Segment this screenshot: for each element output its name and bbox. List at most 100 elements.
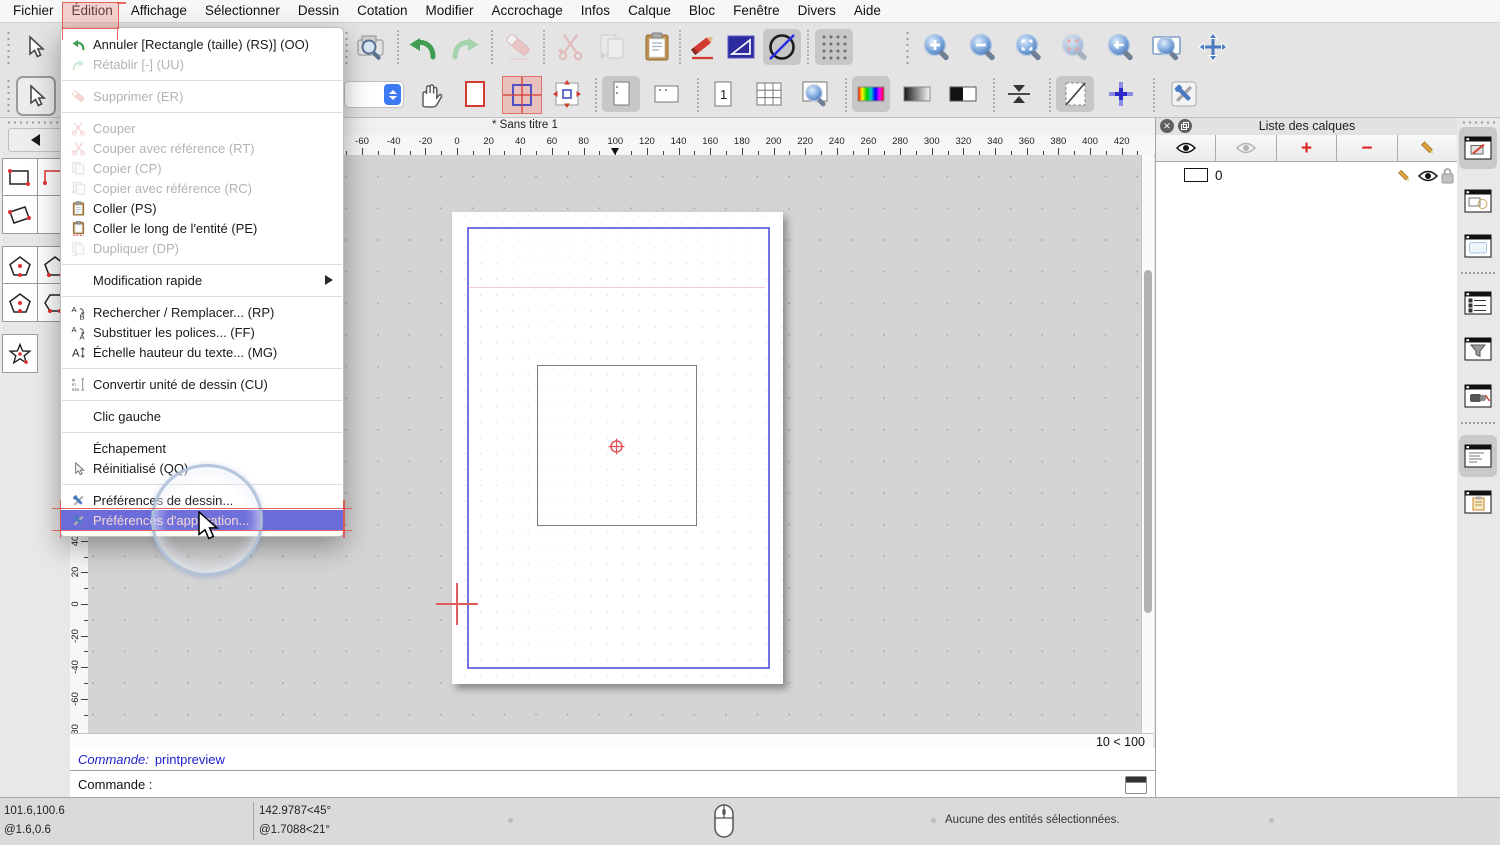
toolbar-drag-handle[interactable] [905, 30, 910, 64]
menubar-item-calque[interactable]: Calque [619, 0, 680, 22]
layer-visibility-eye-icon[interactable] [1418, 169, 1438, 183]
stepper-icon[interactable] [384, 84, 401, 105]
polygon-center-side-tool[interactable] [2, 283, 38, 322]
selection-pointer-icon[interactable] [16, 29, 54, 65]
menu-item-echapement[interactable]: Échapement [61, 438, 343, 458]
menubar-item-dessin[interactable]: Dessin [289, 0, 348, 22]
block-list-dock-icon[interactable] [1459, 180, 1497, 222]
menu-item-retablir-uu[interactable]: Rétablir [-] (UU) [61, 54, 343, 74]
layer-list-dock-icon[interactable] [1459, 127, 1497, 169]
page-border-button[interactable] [456, 76, 494, 112]
zoom-in-button[interactable] [918, 29, 956, 65]
snap-grid-button[interactable] [815, 29, 853, 65]
menu-item-supprimer-er[interactable]: Supprimer (ER) [61, 86, 343, 106]
menubar-item-accrochage[interactable]: Accrochage [482, 0, 571, 22]
menu-item-convertir-unite-de-dessin-cu[interactable]: in m mm Convertir unité de dessin (CU) [61, 374, 343, 394]
menubar-item-affichage[interactable]: Affichage [122, 0, 196, 22]
layer-color-swatch[interactable] [1184, 168, 1208, 182]
menu-item-echelle-hauteur-du-texte-mg[interactable]: A Échelle hauteur du texte... (MG) [61, 342, 343, 362]
grayscale-button[interactable] [898, 76, 936, 112]
measure-button[interactable] [722, 29, 760, 65]
menu-item-coller-ps[interactable]: Coller (PS) [61, 198, 343, 218]
document-tab-title[interactable]: * Sans titre 1 [492, 119, 558, 131]
copy-button[interactable] [594, 29, 632, 65]
menu-item-couper[interactable]: Couper [61, 118, 343, 138]
menubar-item-aide[interactable]: Aide [845, 0, 890, 22]
menu-item-clic-gauche[interactable]: Clic gauche [61, 406, 343, 426]
rotated-rectangle-tool[interactable] [2, 195, 38, 234]
multi-page-button[interactable] [750, 76, 788, 112]
vertical-scrollbar[interactable] [1141, 155, 1154, 733]
menu-item-couper-avec-reference-rt[interactable]: Couper avec référence (RT) [61, 138, 343, 158]
toolbar-drag-handle[interactable] [6, 78, 11, 112]
selection-filter-dock-icon[interactable] [1459, 328, 1497, 370]
print-preview-toggle-button[interactable] [502, 76, 542, 114]
menubar-item-selectionner[interactable]: Sélectionner [196, 0, 289, 22]
paste-button[interactable] [638, 29, 676, 65]
zoom-pan-button[interactable] [1194, 29, 1232, 65]
hide-all-layers-button[interactable] [1216, 135, 1277, 162]
command-window-toggle-button[interactable] [1125, 776, 1147, 794]
full-color-button[interactable] [852, 76, 890, 112]
layer-lock-icon[interactable] [1441, 167, 1454, 184]
menubar-item-fichier[interactable]: Fichier [4, 0, 63, 22]
add-layer-button[interactable]: + [1276, 135, 1338, 162]
redo-button[interactable] [446, 29, 484, 65]
selection-tool-button[interactable] [16, 76, 56, 116]
collapse-button[interactable] [1000, 76, 1038, 112]
library-browser-dock-icon[interactable] [1459, 225, 1497, 267]
portrait-page-button[interactable] [602, 76, 640, 112]
property-list-dock-icon[interactable] [1459, 282, 1497, 324]
menu-item-annuler-rectangle-taille-rs-oo[interactable]: Annuler [Rectangle (taille) (RS)] (OO) [61, 34, 343, 54]
palette-drag-handle[interactable] [6, 120, 62, 125]
menubar-item-infos[interactable]: Infos [572, 0, 619, 22]
menu-item-coller-le-long-de-lentite-pe[interactable]: Coller le long de l'entité (PE) [61, 218, 343, 238]
zoom-previous-button[interactable] [1102, 29, 1140, 65]
circle-cross-entity[interactable] [607, 437, 626, 456]
zoom-window-button[interactable] [1148, 29, 1186, 65]
zoom-selection-button[interactable] [1056, 29, 1094, 65]
menu-item-copier-cp[interactable]: Copier (CP) [61, 158, 343, 178]
menubar-item-fenetre[interactable]: Fenêtre [724, 0, 789, 22]
pencil-button[interactable] [684, 29, 722, 65]
command-line-dock-icon[interactable] [1459, 435, 1497, 477]
one-page-button[interactable]: 1 [704, 76, 742, 112]
menu-item-rechercher-remplacer-rp[interactable]: A B Rechercher / Remplacer... (RP) [61, 302, 343, 322]
command-input[interactable]: Commande : [70, 770, 1155, 798]
menu-item-modification-rapide[interactable]: Modification rapide [61, 270, 343, 290]
toolbar-drag-handle[interactable] [344, 30, 349, 64]
menu-item-copier-avec-reference-rc[interactable]: Copier avec référence (RC) [61, 178, 343, 198]
vertical-scrollbar-thumb[interactable] [1143, 270, 1152, 613]
page-zoom-button[interactable] [796, 76, 834, 112]
preview-scale-combo[interactable] [344, 81, 404, 108]
layer-row[interactable]: 0 [1156, 162, 1458, 188]
fit-page-button[interactable] [548, 76, 586, 112]
show-all-layers-button[interactable] [1156, 135, 1217, 162]
circle-diagonal-button[interactable] [763, 29, 801, 65]
cut-button[interactable] [552, 29, 590, 65]
print-preview-button[interactable] [352, 29, 390, 65]
undo-button[interactable] [404, 29, 442, 65]
landscape-page-button[interactable] [648, 76, 686, 112]
menubar-item-divers[interactable]: Divers [789, 0, 845, 22]
pan-hand-button[interactable] [410, 76, 448, 112]
menubar-item-modifier[interactable]: Modifier [416, 0, 482, 22]
clipboard-dock-icon[interactable] [1459, 481, 1497, 523]
menubar-item-bloc[interactable]: Bloc [680, 0, 724, 22]
menu-item-substituer-les-polices-ff[interactable]: A A Substituer les polices... (FF) [61, 322, 343, 342]
crosshair-button[interactable] [1102, 76, 1140, 112]
draft-mode-button[interactable] [1056, 76, 1094, 112]
rectangle-size-tool[interactable] [2, 158, 38, 197]
menubar-item-edition[interactable]: Édition [63, 0, 122, 22]
remove-layer-button[interactable]: − [1337, 135, 1398, 162]
layer-edit-pencil-icon[interactable] [1396, 168, 1412, 184]
star-tool[interactable] [2, 334, 38, 373]
app-preferences-button[interactable] [1165, 76, 1203, 112]
menubar-item-cotation[interactable]: Cotation [348, 0, 416, 22]
zoom-out-button[interactable] [964, 29, 1002, 65]
menu-item-dupliquer-dp[interactable]: Dupliquer (DP) [61, 238, 343, 258]
polygon-center-corner-tool[interactable] [2, 246, 38, 285]
toolbar-drag-handle[interactable] [6, 30, 11, 64]
delete-button[interactable] [500, 29, 538, 65]
black-white-button[interactable] [944, 76, 982, 112]
